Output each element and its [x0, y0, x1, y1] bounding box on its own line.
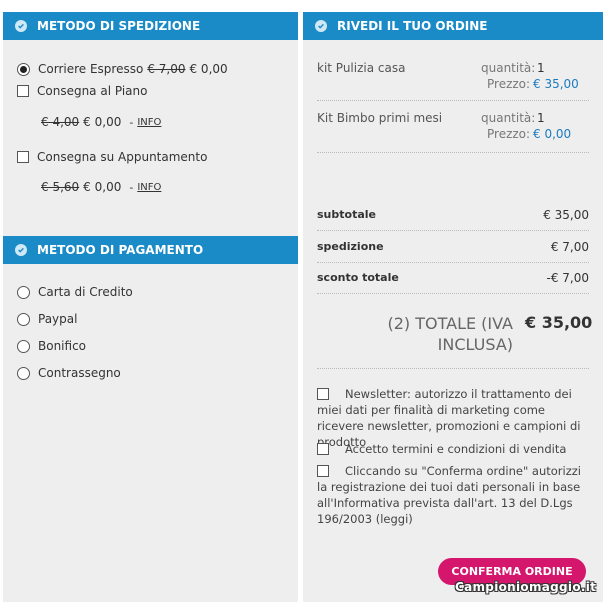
- shipping-option-appuntamento[interactable]: Consegna su Appuntamento: [17, 150, 207, 164]
- divider: [317, 230, 589, 231]
- summary-shipping: spedizione € 7,00: [317, 240, 589, 254]
- qty-value: 1: [537, 61, 545, 75]
- checkbox[interactable]: [317, 388, 329, 400]
- payment-header: METODO DI PAGAMENTO: [3, 236, 298, 264]
- summary-value: -€ 7,00: [546, 271, 590, 285]
- radio-button[interactable]: [17, 62, 30, 76]
- price-label: Prezzo:: [487, 77, 531, 91]
- radio-button[interactable]: [17, 339, 30, 353]
- checkbox[interactable]: [17, 85, 29, 97]
- check-icon: [15, 244, 27, 256]
- summary-discount: sconto totale -€ 7,00: [317, 271, 589, 285]
- summary-label: sconto totale: [317, 271, 399, 284]
- divider: [317, 152, 589, 153]
- checkbox[interactable]: [17, 151, 29, 163]
- payment-title: METODO DI PAGAMENTO: [37, 243, 204, 257]
- consent-text: Cliccando su "Conferma ordine" autorizzi…: [317, 464, 581, 526]
- payment-option-contrassegno[interactable]: Contrassegno: [17, 366, 121, 380]
- payment-option-bonifico[interactable]: Bonifico: [17, 339, 86, 353]
- payment-option-carta[interactable]: Carta di Credito: [17, 285, 133, 299]
- info-link[interactable]: INFO: [137, 182, 161, 193]
- price-value: € 0,00: [533, 127, 572, 141]
- divider: [317, 262, 589, 263]
- divider: [317, 293, 589, 294]
- shipping-title: METODO DI SPEDIZIONE: [37, 19, 201, 33]
- checkbox[interactable]: [317, 443, 329, 455]
- order-header: RIVEDI IL TUO ORDINE: [303, 12, 603, 40]
- watermark: Campioniomaggio.it: [455, 580, 597, 594]
- consent-text: Accetto termini e condizioni di vendita: [345, 442, 567, 456]
- old-price: € 5,60: [41, 180, 80, 194]
- left-panel: METODO DI SPEDIZIONE Corriere Espresso €…: [3, 12, 298, 602]
- checkbox[interactable]: [317, 465, 329, 477]
- item-name: kit Pulizia casa: [317, 61, 406, 75]
- right-panel: RIVEDI IL TUO ORDINE kit Pulizia casa qu…: [303, 12, 603, 602]
- qty-label: quantità:: [481, 61, 536, 75]
- radio-button[interactable]: [17, 366, 30, 380]
- order-title: RIVEDI IL TUO ORDINE: [337, 19, 488, 33]
- old-price: € 4,00: [41, 115, 80, 129]
- divider: [317, 100, 589, 101]
- price-label: Prezzo:: [487, 127, 531, 141]
- qty-value: 1: [537, 111, 545, 125]
- separator-dash: -: [129, 115, 134, 129]
- shipping-option-label: Corriere Espresso: [38, 62, 144, 76]
- separator-dash: -: [129, 180, 134, 194]
- shipping-option-piano[interactable]: Consegna al Piano: [17, 84, 147, 98]
- summary-label: subtotale: [317, 208, 376, 221]
- shipping-option-label: Consegna su Appuntamento: [37, 150, 208, 164]
- price-line: € 5,60 € 0,00 - INFO: [41, 180, 161, 194]
- old-price: € 7,00: [147, 62, 186, 76]
- payment-option-label: Contrassegno: [38, 366, 121, 380]
- qty-label: quantità:: [481, 111, 536, 125]
- price-value: € 35,00: [533, 77, 579, 91]
- divider: [317, 368, 589, 369]
- radio-button[interactable]: [17, 312, 30, 326]
- shipping-header: METODO DI SPEDIZIONE: [3, 12, 298, 40]
- summary-value: € 7,00: [550, 240, 589, 254]
- payment-option-label: Carta di Credito: [38, 285, 133, 299]
- check-icon: [315, 20, 327, 32]
- item-name: Kit Bimbo primi mesi: [317, 111, 443, 125]
- price-line: € 4,00 € 0,00 - INFO: [41, 115, 161, 129]
- radio-button[interactable]: [17, 285, 30, 299]
- payment-option-paypal[interactable]: Paypal: [17, 312, 77, 326]
- privacy-consent[interactable]: Cliccando su "Conferma ordine" autorizzi…: [317, 463, 589, 527]
- price: € 0,00: [189, 62, 228, 76]
- total-value: € 35,00: [525, 313, 593, 332]
- check-icon: [15, 20, 27, 32]
- summary-label: spedizione: [317, 240, 384, 253]
- summary-value: € 35,00: [543, 208, 589, 222]
- payment-option-label: Bonifico: [38, 339, 87, 353]
- payment-option-label: Paypal: [38, 312, 78, 326]
- shipping-option-label: Consegna al Piano: [37, 84, 148, 98]
- summary-subtotal: subtotale € 35,00: [317, 208, 589, 222]
- terms-consent[interactable]: Accetto termini e condizioni di vendita: [317, 441, 589, 457]
- shipping-option-corriere[interactable]: Corriere Espresso € 7,00 € 0,00: [17, 62, 228, 76]
- info-link[interactable]: INFO: [137, 117, 161, 128]
- price: € 0,00: [83, 115, 122, 129]
- price: € 0,00: [83, 180, 122, 194]
- total-label: (2) TOTALE (IVA INCLUSA): [387, 314, 513, 354]
